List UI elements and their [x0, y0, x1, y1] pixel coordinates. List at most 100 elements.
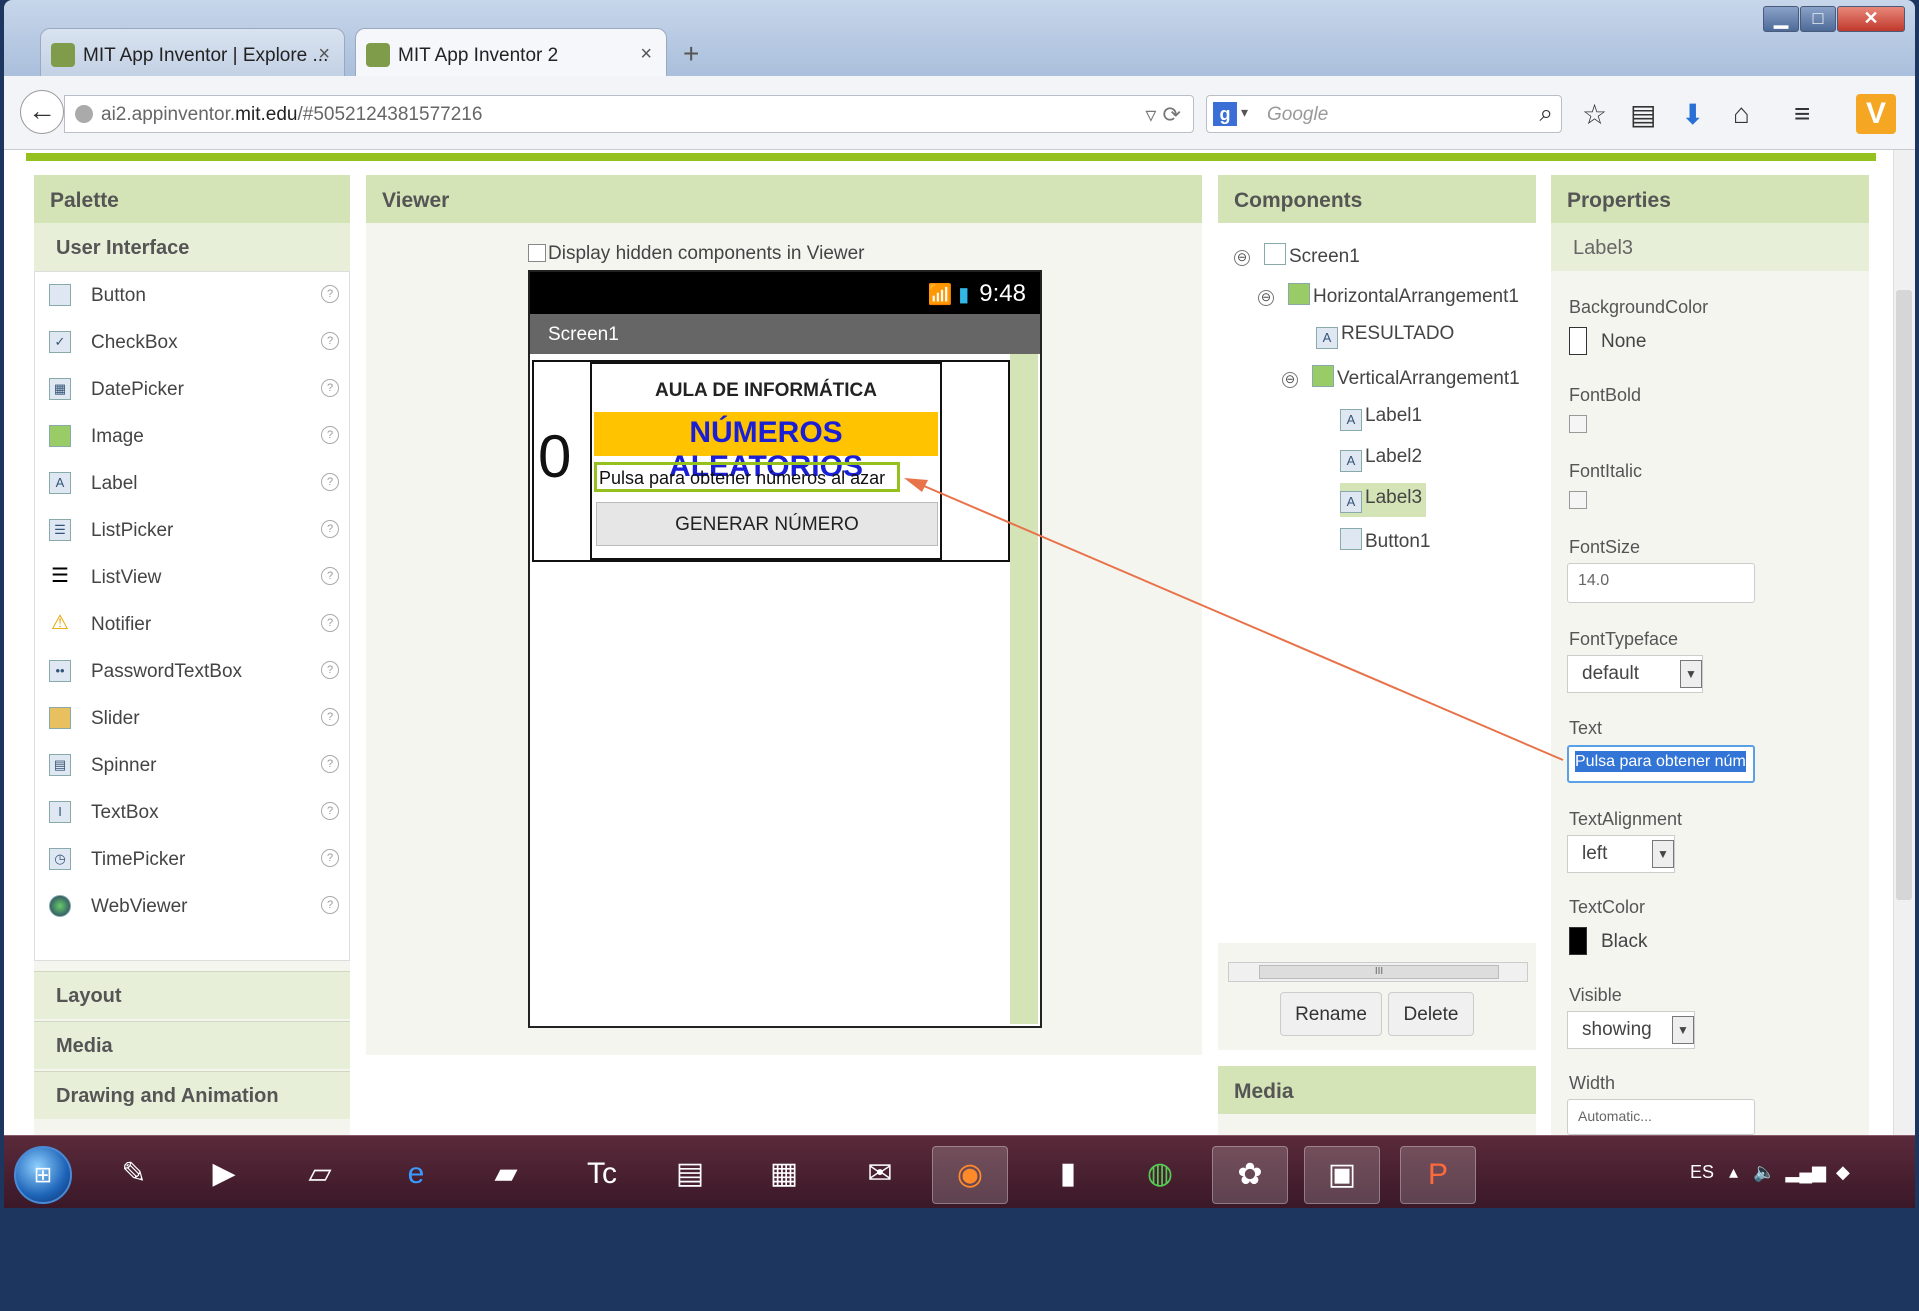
notepad-icon[interactable]: ▱ [282, 1146, 358, 1204]
text-input[interactable]: Pulsa para obtener núm [1567, 745, 1755, 783]
language-indicator[interactable]: ES [1690, 1162, 1714, 1182]
back-button[interactable]: ← [20, 90, 64, 134]
bgcolor-swatch[interactable] [1569, 327, 1587, 355]
browser-tab-explore[interactable]: MIT App Inventor | Explore ... × [40, 28, 345, 76]
help-icon[interactable]: ? [321, 473, 339, 491]
palette-item-label[interactable]: A Label? [35, 460, 351, 507]
palette-section-drawing[interactable]: Drawing and Animation [34, 1071, 350, 1119]
dropbox-icon[interactable]: ◆ [1836, 1162, 1850, 1182]
bookmark-star-icon[interactable]: ☆ [1582, 98, 1607, 131]
fonttypeface-select[interactable]: default ▼ [1567, 655, 1703, 693]
minimize-button[interactable]: ▁ [1763, 6, 1799, 32]
palette-item-webviewer[interactable]: WebViewer? [35, 883, 351, 930]
extension-v-icon[interactable]: V [1856, 94, 1896, 134]
palette-item-passwordtextbox[interactable]: •• PasswordTextBox? [35, 648, 351, 695]
collapse-icon[interactable]: ⊖ [1282, 372, 1298, 388]
help-icon[interactable]: ? [321, 614, 339, 632]
menu-icon[interactable]: ≡ [1794, 98, 1810, 130]
browser-tab-app-inventor[interactable]: MIT App Inventor 2 × [355, 28, 667, 76]
chrome-icon[interactable]: ◍ [1122, 1146, 1198, 1204]
palette-item-listview[interactable]: ☰ ListView? [35, 554, 351, 601]
turbo-c-icon[interactable]: Tc [564, 1146, 640, 1204]
rename-button[interactable]: Rename [1280, 992, 1382, 1036]
resultado-label[interactable]: 0 [538, 422, 571, 491]
computer-icon[interactable]: ▣ [1304, 1146, 1380, 1204]
visible-select[interactable]: showing ▼ [1567, 1011, 1695, 1049]
width-input[interactable]: Automatic... [1567, 1099, 1755, 1135]
search-icon[interactable]: ⌕ [1540, 100, 1553, 128]
fontsize-input[interactable]: 14.0 [1567, 563, 1755, 603]
palette-item-button[interactable]: Button? [35, 272, 351, 319]
help-icon[interactable]: ? [321, 849, 339, 867]
label2[interactable]: NÚMEROS ALEATORIOS [594, 412, 938, 483]
tree-node-screen1[interactable]: ⊖ Screen1 [1234, 243, 1360, 268]
tree-node-horizontalarrangement1[interactable]: ⊖ HorizontalArrangement1 [1258, 283, 1519, 308]
help-icon[interactable]: ? [321, 802, 339, 820]
delete-button[interactable]: Delete [1388, 992, 1474, 1036]
collapse-icon[interactable]: ⊖ [1258, 290, 1274, 306]
media-player-icon[interactable]: ▶ [186, 1146, 262, 1204]
palette-item-spinner[interactable]: ▤ Spinner? [35, 742, 351, 789]
help-icon[interactable]: ? [321, 661, 339, 679]
network-icon[interactable]: ▂▄▆ [1786, 1162, 1826, 1182]
bookmarks-list-icon[interactable]: ▤ [1630, 98, 1656, 131]
tree-node-verticalarrangement1[interactable]: ⊖ VerticalArrangement1 [1282, 365, 1520, 390]
new-tab-button[interactable]: + [683, 38, 699, 70]
paint-icon[interactable]: ✎ [96, 1146, 172, 1204]
home-icon[interactable]: ⌂ [1733, 98, 1750, 130]
palette-item-slider[interactable]: Slider? [35, 695, 351, 742]
chevron-down-icon[interactable]: ▾ [1241, 104, 1248, 121]
reload-icon[interactable]: ▿ ⟳ [1145, 102, 1181, 128]
palette-section-layout[interactable]: Layout [34, 971, 350, 1019]
help-icon[interactable]: ? [321, 567, 339, 585]
help-icon[interactable]: ? [321, 755, 339, 773]
help-icon[interactable]: ? [321, 520, 339, 538]
download-icon[interactable]: ⬇ [1681, 98, 1704, 131]
label1[interactable]: AULA DE INFORMÁTICA [592, 380, 940, 402]
tree-node-button1[interactable]: Button1 [1340, 528, 1431, 553]
help-icon[interactable]: ? [321, 708, 339, 726]
palette-item-datepicker[interactable]: ▦ DatePicker? [35, 366, 351, 413]
chevron-down-icon[interactable]: ▼ [1680, 660, 1702, 688]
textcolor-value[interactable]: Black [1601, 931, 1647, 953]
search-bar[interactable]: g ▾ Google ⌕ [1206, 95, 1562, 133]
powerpoint-icon[interactable]: P [1400, 1146, 1476, 1204]
url-bar[interactable]: ai2.appinventor.mit.edu/#505212438157721… [64, 95, 1194, 133]
vertical-arrangement[interactable]: AULA DE INFORMÁTICA NÚMEROS ALEATORIOS P… [590, 362, 942, 560]
textcolor-swatch[interactable] [1569, 927, 1587, 955]
fontitalic-checkbox[interactable] [1569, 491, 1587, 509]
palette-section-media[interactable]: Media [34, 1021, 350, 1069]
fontbold-checkbox[interactable] [1569, 415, 1587, 433]
close-tab-icon[interactable]: × [318, 43, 330, 66]
close-tab-icon[interactable]: × [640, 43, 652, 66]
generar-numero-button[interactable]: GENERAR NÚMERO [596, 502, 938, 546]
palette-item-image[interactable]: Image? [35, 413, 351, 460]
display-hidden-checkbox[interactable]: Display hidden components in Viewer [528, 243, 865, 265]
palette-item-textbox[interactable]: I TextBox? [35, 789, 351, 836]
mail-icon[interactable]: ✉ [842, 1146, 918, 1204]
chevron-down-icon[interactable]: ▼ [1652, 840, 1674, 868]
tree-node-resultado[interactable]: A RESULTADO [1316, 323, 1454, 349]
palette-section-user-interface[interactable]: User Interface [34, 223, 350, 271]
palette-item-notifier[interactable]: ⚠ Notifier? [35, 601, 351, 648]
palette-item-checkbox[interactable]: ✓ CheckBox? [35, 319, 351, 366]
tree-node-label1[interactable]: A Label1 [1340, 405, 1422, 431]
ie-icon[interactable]: e [378, 1146, 454, 1204]
label3-selected[interactable]: Pulsa para obtener números al azar [594, 462, 900, 492]
palette-item-timepicker[interactable]: ◷ TimePicker? [35, 836, 351, 883]
firefox-icon[interactable]: ◉ [932, 1146, 1008, 1204]
book-icon[interactable]: ▮ [1030, 1146, 1106, 1204]
page-scrollbar-thumb[interactable] [1896, 290, 1912, 900]
checkbox-box[interactable] [528, 244, 546, 262]
start-button-icon[interactable]: ⊞ [14, 1146, 72, 1204]
palette-item-listpicker[interactable]: ☰ ListPicker? [35, 507, 351, 554]
tray-arrow-icon[interactable]: ▴ [1729, 1162, 1738, 1182]
horizontal-arrangement[interactable]: 0 AULA DE INFORMÁTICA NÚMEROS ALEATORIOS… [532, 360, 1010, 562]
tree-horizontal-scrollbar[interactable]: III [1228, 962, 1528, 982]
help-icon[interactable]: ? [321, 332, 339, 350]
tree-node-label2[interactable]: A Label2 [1340, 446, 1422, 472]
scrollbar-thumb[interactable]: III [1259, 965, 1499, 979]
bgcolor-value[interactable]: None [1601, 331, 1646, 353]
palette-icon[interactable]: ✿ [1212, 1146, 1288, 1204]
help-icon[interactable]: ? [321, 426, 339, 444]
